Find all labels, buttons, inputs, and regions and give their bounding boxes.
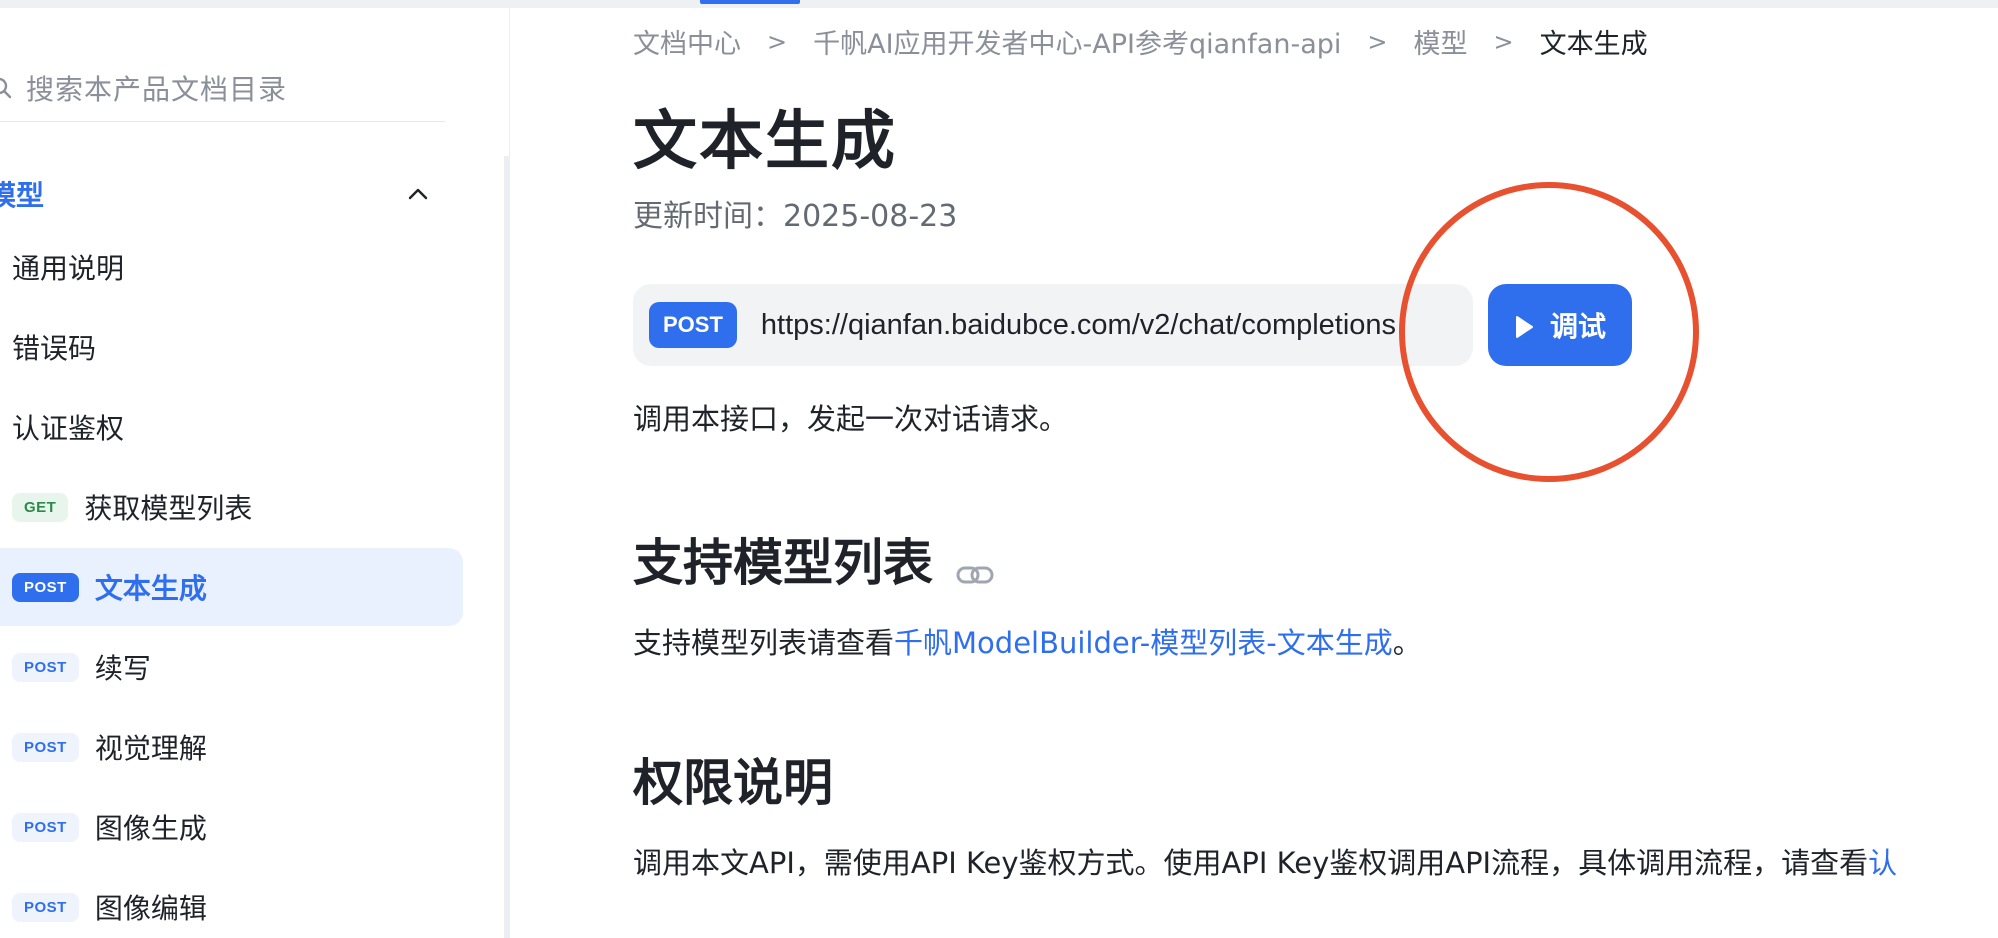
sidebar-item-image-edit[interactable]: POST 图像编辑: [0, 868, 463, 938]
sidebar-item-label: 通用说明: [12, 252, 125, 285]
method-badge: POST: [12, 812, 79, 842]
search-input[interactable]: 搜索本产品文档目录: [26, 68, 287, 108]
sidebar-item-label: 错误码: [12, 332, 97, 365]
sidebar-item-label: 图像生成: [94, 812, 207, 845]
breadcrumb-item-models[interactable]: 模型: [1414, 22, 1468, 61]
method-badge: GET: [12, 492, 69, 522]
breadcrumb-separator: >: [1367, 27, 1388, 56]
endpoint-description: 调用本接口，发起一次对话请求。: [633, 402, 1069, 436]
sidebar-group-title: 模型: [0, 179, 45, 212]
endpoint-box: POST https://qianfan.baidubce.com/v2/cha…: [633, 284, 1473, 366]
section-heading-permissions: 权限说明: [633, 743, 833, 815]
method-badge: POST: [12, 572, 79, 602]
active-tab-indicator: [700, 0, 800, 4]
sidebar-group-models[interactable]: 模型: [0, 168, 448, 220]
method-badge: POST: [12, 652, 79, 682]
sidebar-item-label: 图像编辑: [94, 892, 207, 925]
section-title: 支持模型列表: [633, 534, 933, 592]
sidebar-item-label: 获取模型列表: [84, 492, 253, 525]
link-icon[interactable]: [955, 544, 995, 584]
breadcrumb-separator: >: [767, 27, 788, 56]
permissions-text: 调用本文API，需使用API Key鉴权方式。使用API Key鉴权调用API流…: [633, 846, 1869, 880]
page-title: 文本生成: [633, 105, 897, 179]
models-text: 支持模型列表请查看: [633, 626, 895, 660]
debug-button[interactable]: 调试: [1488, 284, 1632, 366]
sidebar-item-label: 认证鉴权: [12, 412, 125, 445]
breadcrumb: 文档中心 > 千帆AI应用开发者中心-API参考qianfan-api > 模型…: [633, 22, 1648, 61]
section-title: 权限说明: [633, 754, 833, 812]
play-icon: [1514, 313, 1534, 338]
breadcrumb-item-docs-center[interactable]: 文档中心: [633, 22, 741, 61]
endpoint-url: https://qianfan.baidubce.com/v2/chat/com…: [760, 308, 1397, 341]
top-tab-strip: [0, 0, 1998, 8]
breadcrumb-item-api-reference[interactable]: 千帆AI应用开发者中心-API参考qianfan-api: [813, 22, 1341, 61]
models-paragraph: 支持模型列表请查看千帆ModelBuilder-模型列表-文本生成。: [633, 620, 1422, 662]
sidebar-item-auth[interactable]: 认证鉴权: [0, 388, 463, 466]
main-content: 文档中心 > 千帆AI应用开发者中心-API参考qianfan-api > 模型…: [510, 8, 1998, 938]
sidebar-item-text-generation[interactable]: POST 文本生成: [0, 548, 463, 626]
models-text-suffix: 。: [1392, 626, 1422, 660]
permissions-paragraph: 调用本文API，需使用API Key鉴权方式。使用API Key鉴权调用API流…: [633, 840, 1897, 882]
chevron-up-icon[interactable]: [406, 182, 430, 206]
sidebar: 搜索本产品文档目录 模型 通用说明 错误码 认证鉴权 GET 获取模型列表 PO…: [0, 8, 510, 938]
sidebar-item-image-generation[interactable]: POST 图像生成: [0, 788, 463, 866]
sidebar-item-general[interactable]: 通用说明: [0, 228, 463, 306]
sidebar-item-continuation[interactable]: POST 续写: [0, 628, 463, 706]
breadcrumb-item-current: 文本生成: [1539, 29, 1648, 60]
breadcrumb-separator: >: [1493, 27, 1514, 56]
model-list-link[interactable]: 千帆ModelBuilder-模型列表-文本生成: [894, 626, 1393, 660]
section-heading-models: 支持模型列表: [633, 523, 995, 595]
sidebar-item-error-codes[interactable]: 错误码: [0, 308, 463, 386]
sidebar-item-label: 视觉理解: [94, 732, 207, 765]
sidebar-item-vision[interactable]: POST 视觉理解: [0, 708, 463, 786]
permissions-link[interactable]: 认: [1868, 846, 1897, 880]
endpoint-method-badge: POST: [649, 302, 737, 348]
page: 搜索本产品文档目录 模型 通用说明 错误码 认证鉴权 GET 获取模型列表 PO…: [0, 0, 1998, 938]
sidebar-item-label: 续写: [94, 652, 151, 685]
update-time: 更新时间：2025-08-23: [633, 199, 958, 234]
sidebar-item-model-list[interactable]: GET 获取模型列表: [0, 468, 463, 546]
debug-button-label: 调试: [1549, 310, 1606, 343]
method-badge: POST: [12, 892, 79, 922]
sidebar-search[interactable]: 搜索本产品文档目录: [0, 62, 445, 114]
sidebar-item-label: 文本生成: [94, 572, 207, 605]
search-underline: [0, 121, 445, 122]
search-icon: [0, 77, 12, 99]
method-badge: POST: [12, 732, 79, 762]
